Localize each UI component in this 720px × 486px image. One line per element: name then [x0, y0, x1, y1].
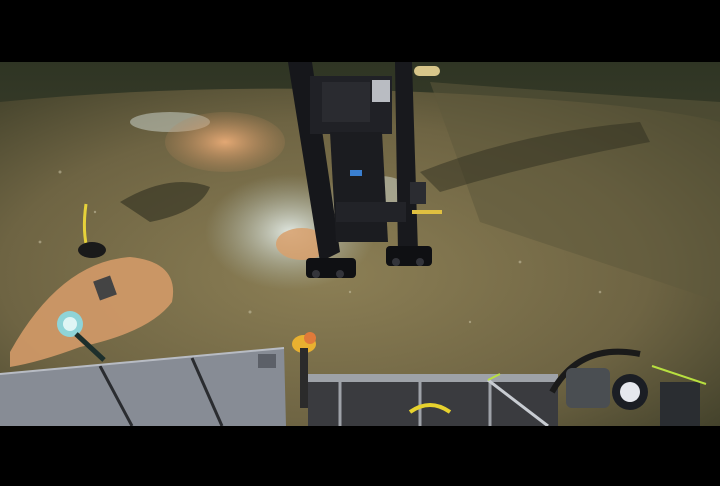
seafloor-scene [0, 62, 720, 426]
orange-mat-upper [165, 112, 285, 172]
video-frame [0, 0, 720, 486]
rov-sample-basket [308, 374, 558, 426]
